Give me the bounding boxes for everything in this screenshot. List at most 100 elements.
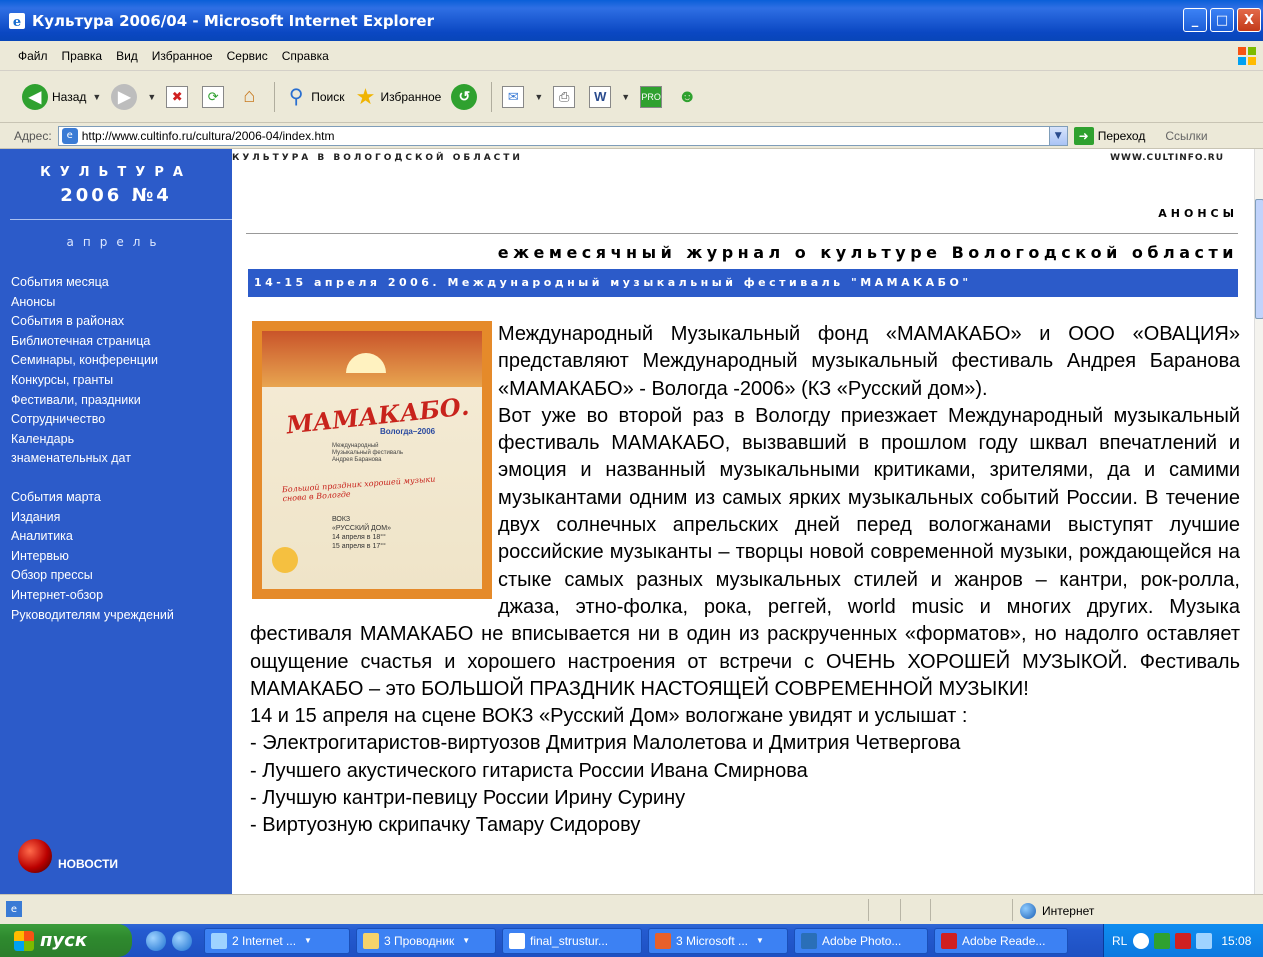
sidebar-item-calendar[interactable]: Календарь (11, 430, 174, 450)
page-icon: e (61, 127, 78, 144)
toolbar: ◀ Назад ▼ ▶ ▼ ✖ ⟳ ⌂ ⚲ Поиск ★ Избранное … (0, 71, 1263, 123)
sidebar-item-march-events[interactable]: События марта (11, 488, 174, 508)
system-tray: RL 15:08 (1103, 924, 1263, 957)
poster-city: Вологда–2006 (380, 427, 436, 436)
sidebar-item-publications[interactable]: Издания (11, 508, 174, 528)
news-link[interactable]: НОВОСТИ (18, 839, 118, 873)
performer-item: - Электрогитаристов-виртуозов Дмитрия Ма… (250, 732, 961, 755)
chevron-down-icon[interactable]: ▼ (621, 92, 630, 102)
issue-month: апрель (66, 235, 166, 249)
sidebar-item-contests[interactable]: Конкурсы, гранты (11, 371, 174, 391)
magazine-title: КУЛЬТУРА (40, 165, 192, 180)
antivirus-icon[interactable] (1175, 932, 1192, 949)
close-button[interactable]: X (1237, 8, 1261, 32)
menu-edit[interactable]: Правка (62, 49, 103, 63)
vertical-scrollbar[interactable] (1254, 149, 1263, 894)
address-label: Адрес: (14, 128, 52, 143)
forward-arrow-icon: ▶ (111, 83, 138, 110)
windows-logo-icon (1238, 47, 1256, 65)
menu-help[interactable]: Справка (282, 49, 329, 63)
taskbar: пуск 2 Internet ... ▼ 3 Проводник ▼ fina… (0, 924, 1263, 957)
sidebar-item-library[interactable]: Библиотечная страница (11, 332, 174, 352)
sidebar-item-managers[interactable]: Руководителям учреждений (11, 606, 174, 626)
back-arrow-icon: ◀ (22, 83, 48, 110)
photoshop-icon (801, 932, 817, 949)
journal-subtitle: ежемесячный журнал о культуре Вологодско… (497, 243, 1238, 262)
sidebar-divider (10, 219, 232, 220)
chevron-down-icon[interactable]: ▼ (92, 92, 101, 102)
poster-date-1: 14 апреля в 18°° (332, 534, 386, 541)
ie-quicklaunch-icon[interactable] (146, 930, 166, 951)
refresh-button[interactable]: ⟳ (202, 85, 228, 108)
chevron-down-icon[interactable]: ▼ (147, 92, 156, 102)
task-word[interactable]: final_strustur... (502, 927, 642, 954)
stop-button[interactable]: ✖ (166, 85, 192, 108)
language-indicator[interactable]: RL (1112, 934, 1127, 948)
sidebar-item-seminars[interactable]: Семинары, конференции (11, 351, 174, 371)
chevron-down-icon: ▼ (756, 936, 764, 945)
sidebar-item-festivals[interactable]: Фестивали, праздники (11, 391, 174, 411)
scrollbar-thumb[interactable] (1255, 199, 1263, 319)
network-icon[interactable] (1196, 932, 1213, 949)
minimize-button[interactable]: _ (1183, 8, 1207, 32)
page-content: КУЛЬТУРА 2006 №4 апрель События месяца А… (0, 149, 1254, 894)
sidebar-item-press-review[interactable]: Обзор прессы (11, 566, 174, 586)
task-acrobat-reader[interactable]: Adobe Reade... (934, 927, 1068, 954)
sidebar-item-interview[interactable]: Интервью (11, 547, 174, 567)
start-button[interactable]: пуск (0, 924, 132, 957)
sidebar-item-internet-review[interactable]: Интернет-обзор (11, 586, 174, 606)
browser-quicklaunch-icon[interactable] (172, 930, 192, 951)
toolbar-separator (274, 81, 276, 112)
zone-label: Интернет (1042, 904, 1095, 918)
address-url[interactable]: http://www.cultinfo.ru/cultura/2006-04/i… (82, 129, 335, 143)
history-icon: ↺ (451, 83, 478, 110)
task-internet-explorer[interactable]: 2 Internet ... ▼ (204, 927, 350, 954)
menu-view[interactable]: Вид (116, 49, 138, 63)
chevron-down-icon[interactable]: ▼ (1048, 126, 1067, 145)
sidebar-item-events-month[interactable]: События месяца (11, 273, 174, 293)
edit-button[interactable]: W ▼ (589, 85, 630, 108)
back-button[interactable]: ◀ Назад ▼ (22, 83, 101, 110)
print-button[interactable]: ⎙ (553, 85, 579, 108)
discuss-button[interactable]: PRO (640, 85, 666, 108)
sidebar-item-analytics[interactable]: Аналитика (11, 527, 174, 547)
links-button[interactable]: Ссылки (1165, 129, 1207, 143)
mail-button[interactable]: ✉ ▼ (502, 85, 543, 108)
menu-file[interactable]: Файл (18, 49, 48, 63)
menu-favorites[interactable]: Избранное (152, 49, 213, 63)
sidebar-item-district-events[interactable]: События в районах (11, 312, 174, 332)
poster-dates: ВОКЗ «РУССКИЙ ДОМ» 14 апреля в 18°° 15 а… (332, 515, 391, 551)
messenger-button[interactable]: ☻ (676, 86, 702, 108)
go-button[interactable]: ➜ Переход (1073, 126, 1145, 145)
chevron-left-icon[interactable] (1133, 932, 1150, 949)
status-divider (1012, 899, 1013, 921)
chevron-down-icon[interactable]: ▼ (534, 92, 543, 102)
maximize-button[interactable]: □ (1210, 8, 1234, 32)
task-microsoft[interactable]: 3 Microsoft ... ▼ (648, 927, 788, 954)
chevron-down-icon: ▼ (462, 936, 471, 945)
task-photoshop[interactable]: Adobe Photo... (794, 927, 928, 954)
site-header-left: КУЛЬТУРА В ВОЛОГОДСКОЙ ОБЛАСТИ (232, 153, 523, 163)
task-explorer[interactable]: 3 Проводник ▼ (356, 927, 496, 954)
poster-subtitle: Международный Музыкальный фестиваль Андр… (332, 443, 403, 463)
tray-app-icon[interactable] (1154, 932, 1171, 949)
forward-button[interactable]: ▶ ▼ (111, 83, 156, 110)
status-divider (868, 899, 869, 921)
menu-tools[interactable]: Сервис (227, 49, 268, 63)
address-input[interactable]: e http://www.cultinfo.ru/cultura/2006-04… (57, 125, 1068, 146)
sidebar-item-calendar-dates[interactable]: знаменательных дат (11, 449, 174, 469)
festival-poster-image: МАМАКАБО. Вологда–2006 Международный Муз… (252, 321, 492, 599)
search-button[interactable]: ⚲ Поиск (285, 86, 345, 108)
star-icon: ★ (355, 83, 376, 109)
home-button[interactable]: ⌂ (238, 85, 264, 108)
ie-icon (211, 932, 227, 949)
windows-flag-icon (14, 930, 34, 951)
task-label: Adobe Reade... (962, 933, 1046, 948)
sidebar-item-announcements[interactable]: Анонсы (11, 293, 174, 313)
favorites-button[interactable]: ★ Избранное (355, 83, 442, 109)
history-button[interactable]: ↺ (451, 83, 481, 110)
security-zone: Интернет (1020, 903, 1094, 919)
sidebar-item-cooperation[interactable]: Сотрудничество (11, 410, 174, 430)
acrobat-icon (941, 932, 957, 949)
svg-text:e: e (13, 15, 21, 30)
